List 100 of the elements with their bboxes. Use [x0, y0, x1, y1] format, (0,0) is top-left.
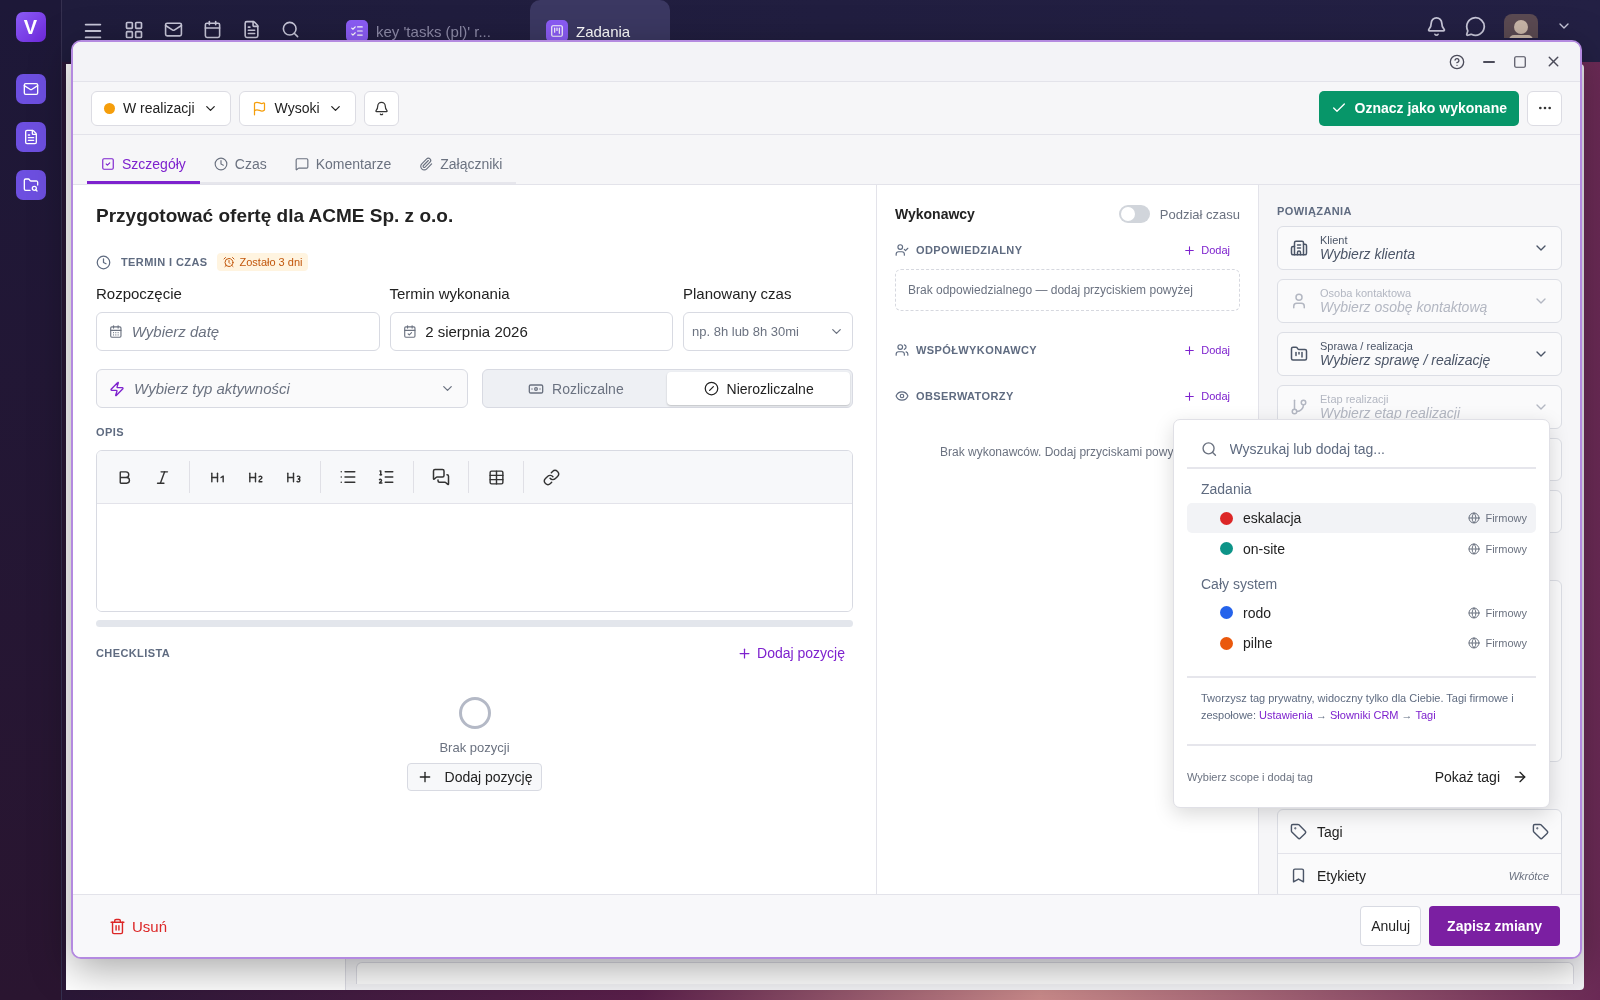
- chat-icon[interactable]: [1465, 15, 1486, 37]
- plus-icon: [1183, 389, 1197, 403]
- group-title: Cały system: [1200, 574, 1279, 594]
- section-heading: POWIĄZANIA: [1277, 205, 1353, 217]
- mail-icon: [22, 81, 39, 97]
- paperclip-icon: [419, 157, 434, 171]
- reminder-button[interactable]: [363, 90, 399, 126]
- tag-search-field[interactable]: Wyszukaj lub dodaj tag...: [1187, 430, 1536, 470]
- section-heading: OPIS: [96, 426, 124, 438]
- add-link[interactable]: Dodaj: [1183, 343, 1240, 357]
- activity-type-select[interactable]: Wybierz typ aktywności: [96, 369, 468, 408]
- app-logo: V: [15, 12, 46, 42]
- numbered-list-icon: [377, 468, 395, 486]
- help-icon: [1449, 53, 1465, 70]
- avatar-icon[interactable]: [1504, 14, 1538, 38]
- tab[interactable]: Szczegóły: [87, 156, 200, 184]
- mail-button[interactable]: [15, 74, 46, 104]
- task-title: Przygotować ofertę dla ACME Sp. z o.o.: [96, 205, 455, 227]
- relation-select[interactable]: Klient Wybierz klienta: [1277, 226, 1562, 270]
- folder-search-button[interactable]: [15, 170, 46, 200]
- empty-circle-icon: [458, 697, 491, 729]
- alarm-clock-icon: [223, 256, 236, 268]
- bullet-list-icon: [339, 468, 357, 486]
- save-button[interactable]: Zapisz zmiany: [1429, 906, 1560, 946]
- slashed-circle-icon: [703, 381, 719, 396]
- section-heading: CHECKLISTA: [96, 647, 171, 659]
- tab[interactable]: Czas: [199, 156, 281, 184]
- field-label: Termin wykonania: [389, 285, 511, 302]
- table-icon: [487, 468, 505, 486]
- settings-link[interactable]: Tagi: [1415, 709, 1436, 722]
- priority-dropdown[interactable]: Wysoki: [238, 90, 356, 126]
- status-dropdown[interactable]: W realizacji: [91, 90, 231, 126]
- tag-icon: [1290, 823, 1307, 840]
- document-icon: [22, 129, 39, 145]
- settings-link[interactable]: Słowniki CRM: [1330, 709, 1399, 722]
- search-icon: [1201, 439, 1218, 458]
- comment-icon: [294, 157, 309, 171]
- date-input[interactable]: Wybierz datę: [131, 323, 367, 340]
- mail-icon[interactable]: [164, 20, 183, 39]
- globe-icon: [1468, 512, 1481, 525]
- delete-button[interactable]: Usuń: [103, 916, 174, 936]
- add-item-link[interactable]: Dodaj pozycję: [737, 645, 853, 661]
- tag-option[interactable]: on-site Firmowy: [1187, 533, 1536, 564]
- footer-hint: Wybierz scope i dodaj tag: [1187, 770, 1313, 783]
- group-title: Zadania: [1200, 480, 1253, 500]
- person-icon: [1290, 292, 1308, 310]
- field-label: Planowany czas: [683, 285, 793, 302]
- app-tab[interactable]: key 'tasks (pl)' r...: [330, 0, 520, 40]
- group-heading: OBSERWATORZY: [916, 390, 1014, 402]
- complete-button[interactable]: Oznacz jako wykonane: [1318, 90, 1519, 126]
- plus-icon: [1183, 243, 1197, 257]
- branch-icon: [1290, 398, 1308, 416]
- bell-icon: [373, 100, 389, 116]
- section-heading: TERMIN I CZAS: [121, 256, 208, 268]
- plus-icon: [737, 645, 753, 661]
- bookmark-icon: [1290, 867, 1307, 884]
- add-item-button[interactable]: Dodaj pozycję: [406, 763, 543, 791]
- scrollbar[interactable]: [96, 620, 853, 627]
- checklist-icon: [350, 24, 364, 38]
- billing-option[interactable]: Nierozliczalne: [667, 372, 850, 405]
- date-field[interactable]: 2 sierpnia 2026: [389, 312, 673, 351]
- relation-select[interactable]: Sprawa / realizacja Wybierz sprawę / realizację: [1277, 332, 1562, 376]
- duration-field[interactable]: np. 8h lub 8h 30mi: [683, 312, 853, 351]
- app-tab[interactable]: Zadania: [530, 0, 670, 40]
- empty-text: Brak pozycji: [439, 740, 510, 755]
- deadline-badge: Zostało 3 dni: [217, 253, 309, 271]
- toggle-switch[interactable]: [1118, 205, 1150, 223]
- activity-type-input[interactable]: Wybierz typ aktywności: [134, 380, 431, 397]
- plus-icon: [1183, 343, 1197, 357]
- maximize-icon: [1513, 54, 1527, 69]
- tag-option[interactable]: rodo Firmowy: [1187, 597, 1536, 629]
- group-heading: WSPÓŁWYKONAWCY: [916, 344, 1038, 356]
- calendar-icon: [109, 324, 123, 339]
- document-button[interactable]: [15, 122, 46, 152]
- calendar-icon[interactable]: [203, 20, 222, 39]
- add-link[interactable]: Dodaj: [1183, 243, 1240, 257]
- grid-icon[interactable]: [124, 20, 144, 40]
- field-label: Rozpoczęcie: [96, 285, 183, 302]
- cancel-button[interactable]: Anuluj: [1360, 906, 1422, 946]
- date-field[interactable]: Wybierz datę: [96, 312, 380, 351]
- calendar-icon: [402, 324, 417, 339]
- clock-icon: [96, 254, 111, 270]
- search-icon[interactable]: [281, 20, 300, 39]
- add-link[interactable]: Dodaj: [1183, 389, 1240, 403]
- settings-link[interactable]: Ustawienia: [1259, 709, 1313, 722]
- lightning-icon: [109, 380, 125, 397]
- checkbox-icon: [101, 157, 115, 171]
- flag-icon: [251, 100, 267, 116]
- show-tags-button[interactable]: Pokaż tagi: [1428, 767, 1536, 786]
- tab[interactable]: Załączniki: [405, 156, 517, 184]
- tab[interactable]: Komentarze: [280, 156, 406, 184]
- duration-input[interactable]: np. 8h lub 8h 30mi: [692, 324, 825, 339]
- date-input[interactable]: 2 sierpnia 2026: [425, 323, 660, 340]
- clock-icon: [213, 157, 228, 171]
- billing-option[interactable]: Rozliczalne: [484, 372, 668, 405]
- tag-option[interactable]: pilne Firmowy: [1187, 628, 1536, 659]
- document-icon[interactable]: [242, 20, 261, 39]
- relation-row[interactable]: Tagi: [1278, 810, 1561, 854]
- notification-icon[interactable]: [1426, 15, 1447, 37]
- tag-option[interactable]: eskalacja Firmowy: [1187, 503, 1536, 534]
